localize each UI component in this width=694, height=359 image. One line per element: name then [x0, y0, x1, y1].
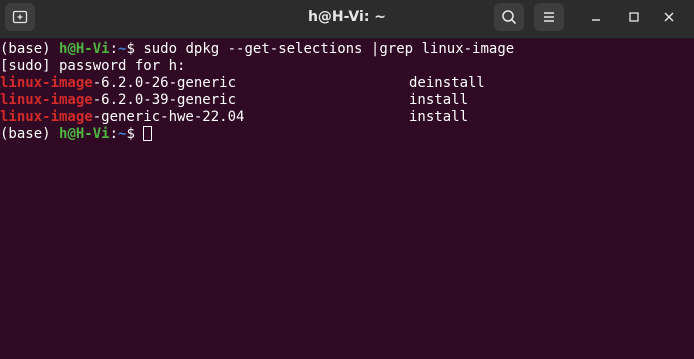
- prompt-user: h@H-Vi: [59, 41, 110, 57]
- title-bar[interactable]: h@H-Vi: ~: [0, 0, 694, 39]
- output-row: linux-image-generic-hwe-22.04: [0, 109, 244, 126]
- menu-button[interactable]: [534, 3, 564, 31]
- command-line: (base) h@H-Vi:~$ sudo dpkg --get-selecti…: [0, 41, 514, 58]
- command-text: sudo dpkg --get-selections |grep linux-i…: [143, 41, 515, 57]
- grep-match: linux-image: [0, 109, 93, 125]
- terminal-output[interactable]: (base) h@H-Vi:~$ sudo dpkg --get-selecti…: [0, 39, 694, 359]
- close-button[interactable]: [655, 3, 683, 31]
- output-row: linux-image-6.2.0-39-generic: [0, 92, 236, 109]
- conda-env: (base): [0, 126, 60, 142]
- terminal-window: h@H-Vi: ~ (base) h@H-Vi:~$ sudo dpkg --g…: [0, 0, 694, 359]
- maximize-button[interactable]: [620, 3, 648, 31]
- search-button[interactable]: [494, 3, 524, 31]
- package-status: install: [409, 109, 469, 125]
- sudo-password-prompt: [sudo] password for h:: [0, 58, 186, 74]
- prompt-colon: :: [109, 126, 119, 142]
- maximize-icon: [629, 12, 639, 22]
- hamburger-menu-icon: [544, 12, 554, 22]
- package-status: install: [409, 92, 469, 108]
- grep-match: linux-image: [0, 75, 93, 91]
- package-name-rest: -generic-hwe-22.04: [92, 109, 245, 125]
- prompt-colon: :: [109, 41, 119, 57]
- package-name-rest: -6.2.0-39-generic: [92, 92, 237, 108]
- prompt-user: h@H-Vi: [59, 126, 110, 142]
- minimize-button[interactable]: [582, 3, 610, 31]
- grep-match: linux-image: [0, 92, 93, 108]
- text-cursor[interactable]: [143, 126, 153, 141]
- prompt-dollar: $: [126, 41, 144, 57]
- search-icon: [502, 10, 517, 25]
- package-status: deinstall: [409, 75, 485, 91]
- package-name-rest: -6.2.0-26-generic: [92, 75, 237, 91]
- prompt-dollar: $: [126, 126, 144, 142]
- output-row: linux-image-6.2.0-26-generic: [0, 75, 236, 92]
- minimize-icon: [592, 19, 600, 21]
- close-icon: [664, 12, 674, 22]
- conda-env: (base): [0, 41, 60, 57]
- current-prompt-line[interactable]: (base) h@H-Vi:~$: [0, 126, 153, 143]
